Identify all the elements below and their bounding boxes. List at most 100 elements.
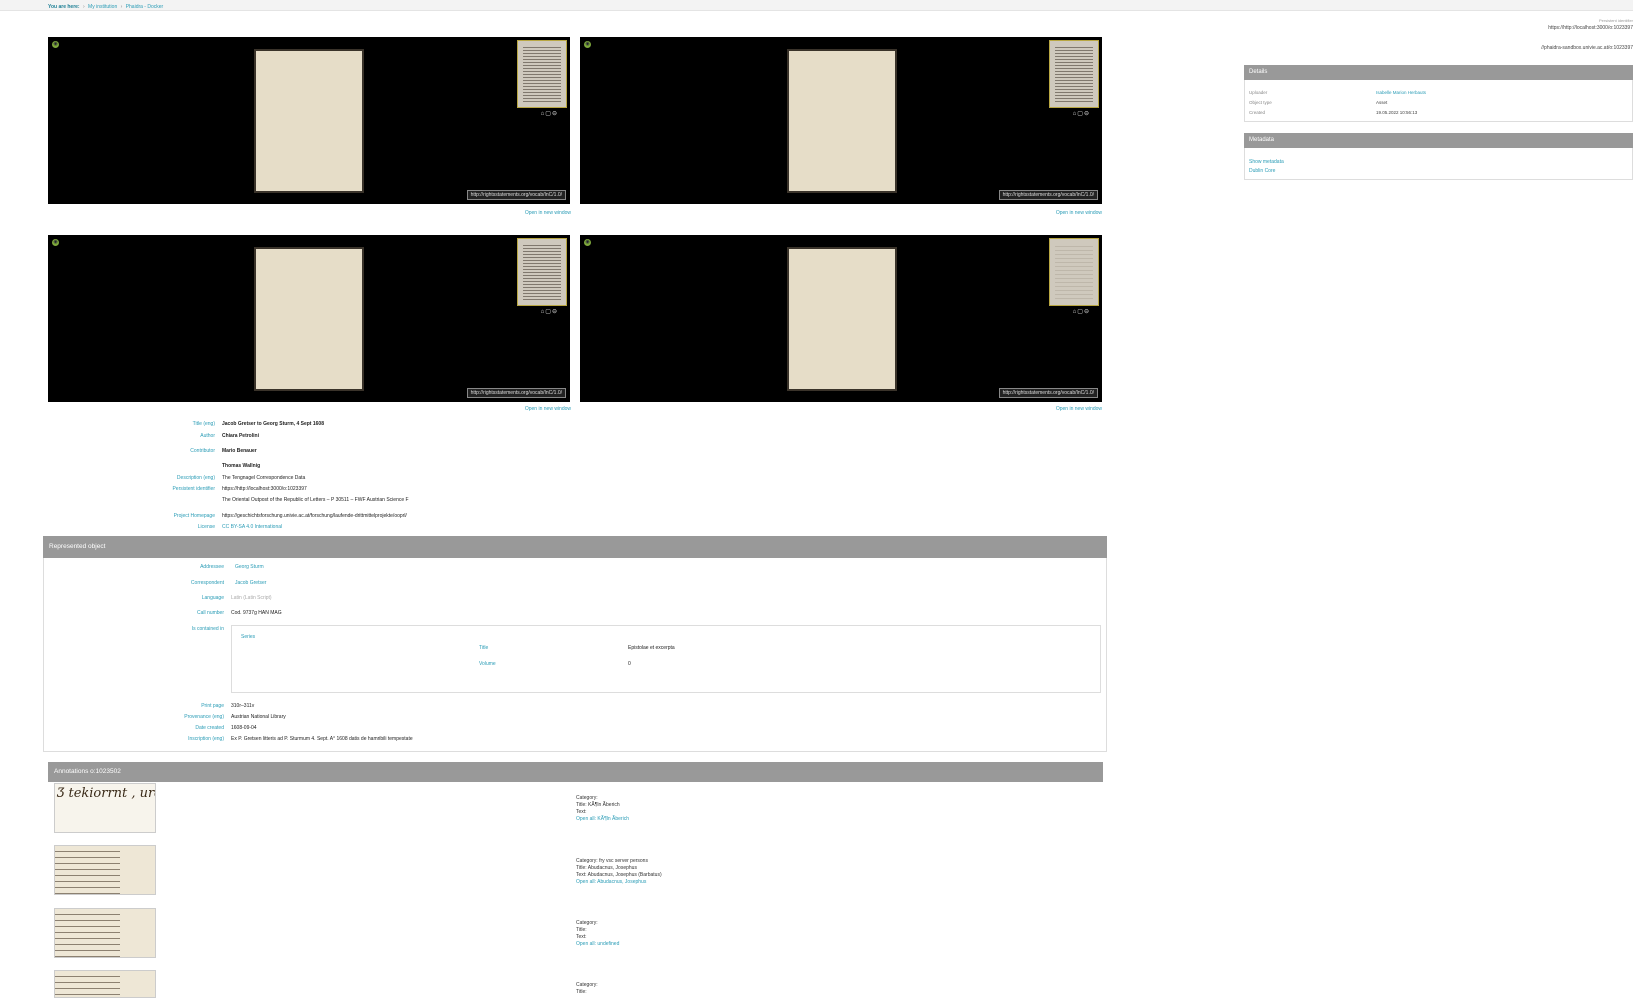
incipit-value: Ex P. Gretsen litteris ad P. Sturmum 4. … bbox=[231, 736, 413, 742]
image-viewer-2[interactable]: ◉ ⌂▢⊖ http://rightsstatements.org/vocab/… bbox=[580, 37, 1102, 204]
rights-statement-link[interactable]: http://rightsstatements.org/vocab/InC/1.… bbox=[998, 190, 1098, 200]
viewer-controls[interactable]: ⌂▢⊖ bbox=[1073, 110, 1090, 117]
viewer-logo-icon: ◉ bbox=[584, 41, 591, 48]
open-in-new-window-link[interactable]: Open in new window bbox=[1031, 210, 1102, 216]
persistent-identifier-label: Persistent identifier bbox=[172, 486, 215, 492]
contributor-label: Contributor bbox=[190, 448, 215, 454]
viewer-controls[interactable]: ⌂▢⊖ bbox=[541, 308, 558, 315]
viewer-navigator-thumbnail[interactable] bbox=[1049, 238, 1099, 306]
open-in-new-window-link[interactable]: Open in new window bbox=[500, 406, 571, 412]
annotation-details: Category: Title: Text: Open all: undefin… bbox=[576, 920, 619, 948]
annotation-text: Text: bbox=[576, 809, 587, 815]
annotation-text: Text: bbox=[576, 934, 587, 940]
created-value: 19.05.2022 10:56:13 bbox=[1376, 110, 1418, 115]
annotation-open-all-link[interactable]: Open all: KÃ¶ln Ãberich bbox=[576, 816, 629, 823]
breadcrumb-prefix: You are here: bbox=[48, 4, 80, 10]
breadcrumb-item-institution[interactable]: My institution bbox=[88, 4, 117, 10]
annotation-title: Title: KÃ¶ln Ãberich bbox=[576, 802, 620, 808]
annotation-details: Category: fry vsc server persons Title: … bbox=[576, 858, 662, 886]
open-in-new-window-link[interactable]: Open in new window bbox=[500, 210, 571, 216]
contributor-value: Mario Benauer bbox=[222, 448, 257, 454]
breadcrumb: You are here: › My institution › Phaidra… bbox=[48, 4, 163, 10]
is-contained-in-label: Is contained in bbox=[191, 626, 224, 632]
represented-object-header: Represented object bbox=[43, 536, 1107, 558]
contributor-value: Thomas Wallnig bbox=[222, 463, 261, 469]
image-viewer-3[interactable]: ◉ ⌂▢⊖ http://rightsstatements.org/vocab/… bbox=[48, 235, 570, 402]
project-line: The Oriental Outpost of the Republic of … bbox=[222, 497, 409, 503]
image-viewer-4[interactable]: ◉ ⌂▢⊖ http://rightsstatements.org/vocab/… bbox=[580, 235, 1102, 402]
series-volume-value: 0 bbox=[628, 661, 631, 667]
viewer-controls[interactable]: ⌂▢⊖ bbox=[541, 110, 558, 117]
annotation-open-all-link[interactable]: Open all: Abudacnus, Josephus bbox=[576, 879, 662, 886]
series-title-value: Epistolae et excerpta bbox=[628, 645, 675, 651]
annotation-category: Category: bbox=[576, 982, 598, 988]
description-label: Description (eng) bbox=[176, 475, 215, 481]
addressee-label: Addressee bbox=[200, 564, 224, 570]
annotation-title: Title: bbox=[576, 927, 587, 933]
correspondent-link[interactable]: Jacob Gretser bbox=[235, 580, 266, 586]
viewer-logo-icon: ◉ bbox=[52, 41, 59, 48]
provenance-label: Provenance (eng) bbox=[184, 714, 224, 720]
top-bar bbox=[0, 0, 1633, 11]
uploader-label: Uploader bbox=[1249, 90, 1268, 95]
viewer-navigator-thumbnail[interactable] bbox=[517, 40, 567, 108]
annotation-title: Title: bbox=[576, 989, 587, 995]
annotation-open-all-link[interactable]: Open all: undefined bbox=[576, 941, 619, 948]
manuscript-page[interactable] bbox=[787, 49, 897, 193]
language-value: Latin (Latin Script) bbox=[231, 595, 272, 601]
series-volume-label: Volume bbox=[479, 661, 496, 667]
print-page-label: Print page bbox=[201, 703, 224, 709]
annotation-details: Category: Title: KÃ¶ln Ãberich Text: Ope… bbox=[576, 795, 629, 823]
rights-statement-link[interactable]: http://rightsstatements.org/vocab/InC/1.… bbox=[466, 190, 566, 200]
rights-statement-link[interactable]: http://rightsstatements.org/vocab/InC/1.… bbox=[466, 388, 566, 398]
manuscript-page[interactable] bbox=[254, 247, 364, 391]
series-label: Series bbox=[241, 634, 256, 640]
annotation-category: Category: fry vsc server persons bbox=[576, 858, 648, 864]
annotation-category: Category: bbox=[576, 920, 598, 926]
details-header: Details bbox=[1244, 65, 1633, 80]
rights-statement-link[interactable]: http://rightsstatements.org/vocab/InC/1.… bbox=[998, 388, 1098, 398]
open-in-new-window-link[interactable]: Open in new window bbox=[1031, 406, 1102, 412]
manuscript-page[interactable] bbox=[787, 247, 897, 391]
correspondent-label: Correspondent bbox=[190, 580, 224, 586]
created-label: Created bbox=[1249, 110, 1266, 115]
call-number-value: Cod. 9737g HAN MAG bbox=[231, 610, 282, 616]
breadcrumb-separator: › bbox=[120, 4, 123, 10]
viewer-navigator-thumbnail[interactable] bbox=[517, 238, 567, 306]
license-link[interactable]: CC BY-SA 4.0 International bbox=[222, 524, 282, 530]
date-created-label: Date created bbox=[195, 725, 224, 731]
image-viewer-1[interactable]: ◉ ⌂▢⊖ http://rightsstatements.org/vocab/… bbox=[48, 37, 570, 204]
persistent-identifier-secondary[interactable]: //phaidra-sandbox.univie.ac.at/o:1023397 bbox=[1541, 45, 1633, 51]
manuscript-page[interactable] bbox=[254, 49, 364, 193]
description-value: The Tengnagel Correspondence Data bbox=[222, 475, 306, 481]
annotation-snippet-text: Ʒ tekiorrnt , urdſa bbox=[57, 786, 155, 801]
series-box bbox=[231, 625, 1101, 693]
uploader-link[interactable]: Isabelle Marion Herbauts bbox=[1376, 90, 1426, 95]
annotation-image[interactable] bbox=[54, 908, 156, 958]
persistent-identifier-value: https://http://localhost:3000/o:1023397 bbox=[222, 486, 307, 492]
annotation-title: Title: Abudacnus, Josephus bbox=[576, 865, 637, 871]
series-title-label: Title bbox=[479, 645, 489, 651]
project-homepage-label: Project Homepage bbox=[173, 513, 215, 519]
metadata-panel bbox=[1244, 148, 1633, 180]
viewer-logo-icon: ◉ bbox=[584, 239, 591, 246]
persistent-identifier-link[interactable]: https://http://localhost:3000/o:1023397 bbox=[1548, 25, 1633, 31]
author-value: Chiara Petrolini bbox=[222, 433, 259, 439]
incipit-label: Inscription (eng) bbox=[188, 736, 224, 742]
title-value: Jacob Gretser to Georg Sturm, 4 Sept 160… bbox=[222, 421, 324, 427]
annotation-image[interactable] bbox=[54, 970, 156, 998]
addressee-link[interactable]: Georg Sturm bbox=[235, 564, 264, 570]
call-number-label: Call number bbox=[197, 610, 224, 616]
viewer-navigator-thumbnail[interactable] bbox=[1049, 40, 1099, 108]
object-type-label: Object type bbox=[1249, 100, 1272, 105]
dublin-core-link[interactable]: Dublin Core bbox=[1249, 168, 1275, 174]
annotation-text: Text: Abudacnus, Josephus (Barbatus) bbox=[576, 872, 662, 878]
persistent-identifier-caption: Persistent identifier bbox=[1598, 18, 1633, 23]
viewer-logo-icon: ◉ bbox=[52, 239, 59, 246]
breadcrumb-item-phaidra[interactable]: Phaidra - Docker bbox=[126, 4, 164, 10]
annotation-image[interactable] bbox=[54, 845, 156, 895]
annotation-image[interactable]: Ʒ tekiorrnt , urdſa bbox=[54, 783, 156, 833]
project-homepage-value: https://geschichtsforschung.univie.ac.at… bbox=[222, 513, 407, 519]
show-metadata-link[interactable]: Show metadata bbox=[1249, 159, 1284, 165]
viewer-controls[interactable]: ⌂▢⊖ bbox=[1073, 308, 1090, 315]
